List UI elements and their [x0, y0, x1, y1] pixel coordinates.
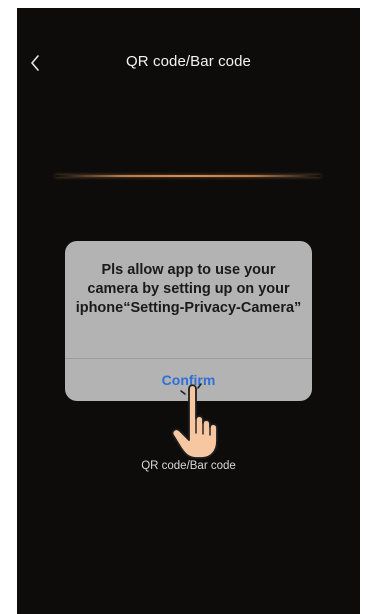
scan-caption: QR code/Bar code — [141, 460, 236, 472]
nav-bar: QR code/Bar code — [17, 8, 360, 118]
page-title: QR code/Bar code — [126, 53, 251, 70]
permission-alert-dialog: Pls allow app to use your camera by sett… — [65, 241, 312, 401]
scan-line — [55, 175, 321, 177]
alert-message: Pls allow app to use your camera by sett… — [75, 262, 302, 316]
tap-hand-icon — [171, 383, 218, 459]
app-screen: QR code/Bar code Pls allow app to use yo… — [17, 8, 360, 614]
